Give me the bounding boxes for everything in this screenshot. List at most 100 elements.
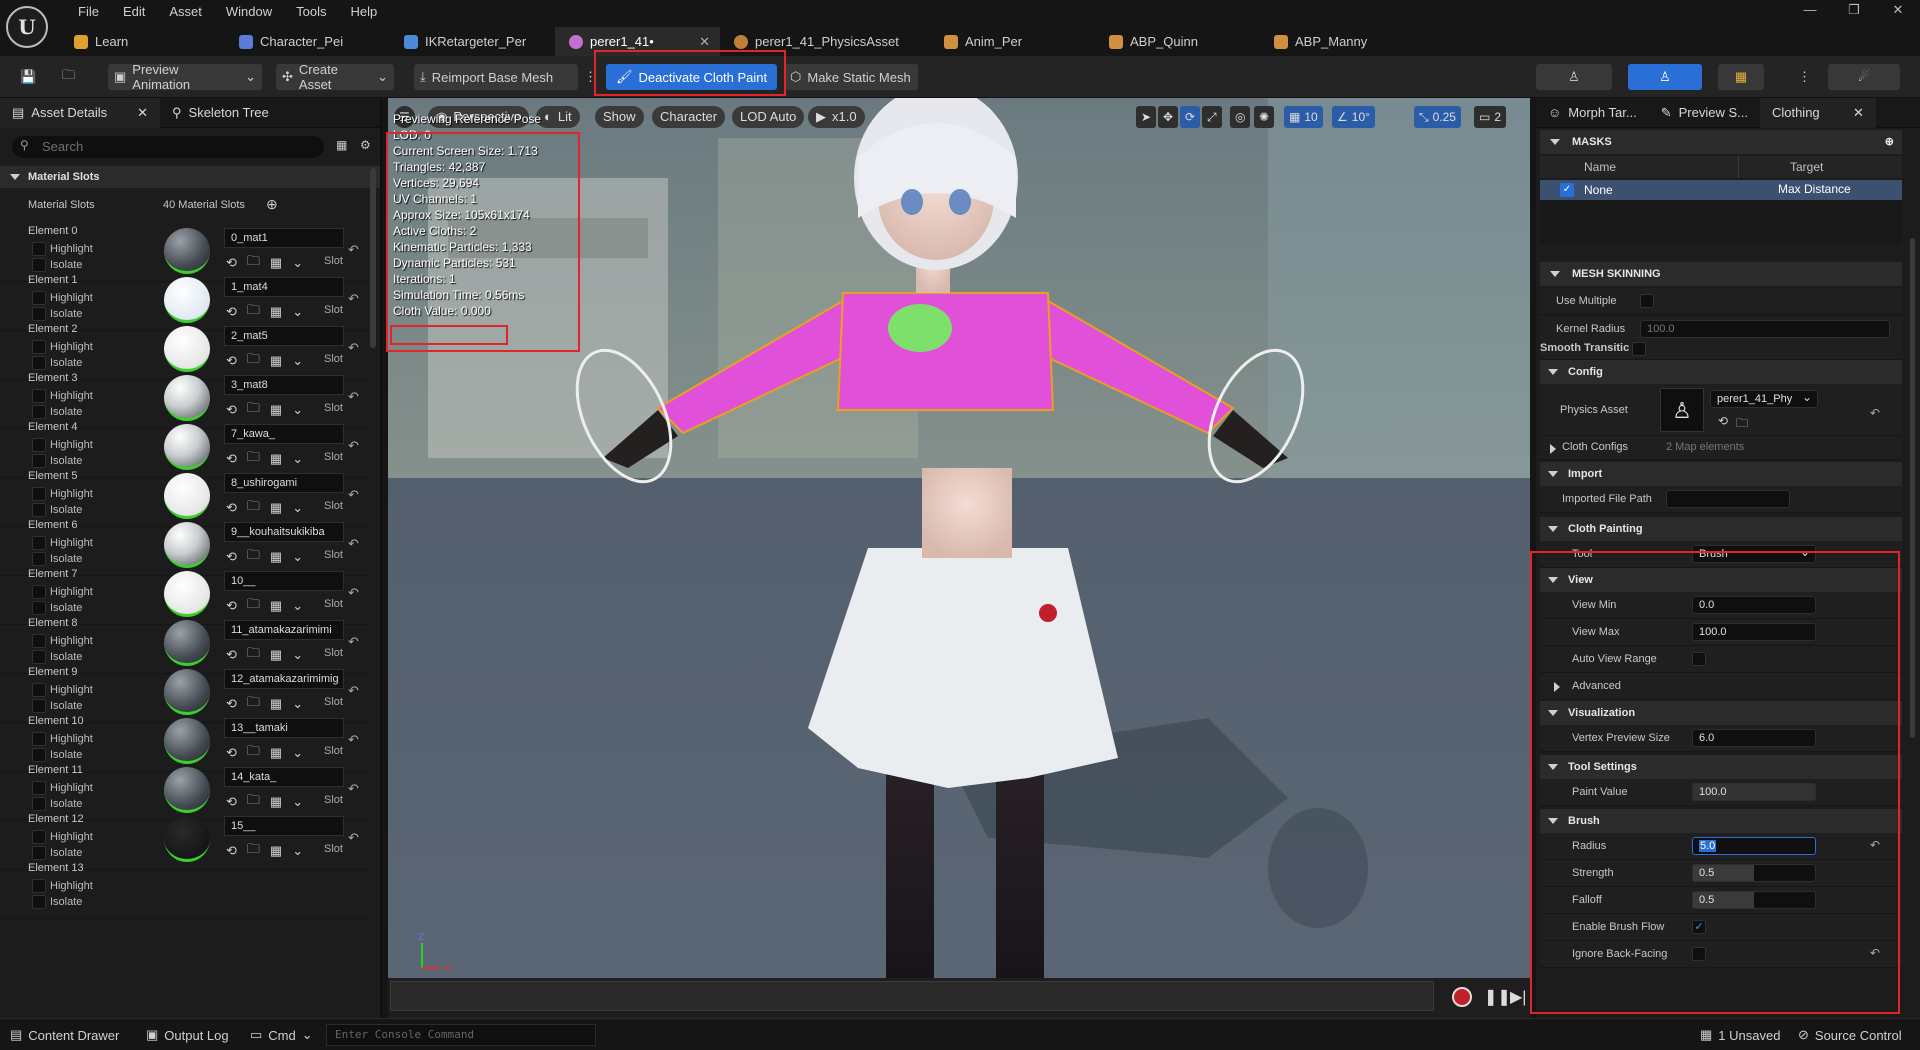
material-options-icon[interactable]: ▦ xyxy=(270,500,282,516)
material-thumbnail[interactable] xyxy=(164,375,210,421)
rotate-tool-icon[interactable]: ⟳ xyxy=(1180,106,1201,128)
material-options-icon[interactable]: ▦ xyxy=(270,843,282,859)
lod-button[interactable]: LOD Auto xyxy=(732,106,805,128)
reset-icon[interactable]: ↶ xyxy=(1870,946,1880,960)
use-selected-icon[interactable]: ⟲ xyxy=(226,500,237,516)
use-selected-icon[interactable]: ⟲ xyxy=(226,304,237,320)
mask-enabled-checkbox[interactable]: ✓ xyxy=(1560,183,1574,197)
tab-abp-manny[interactable]: ABP_Manny xyxy=(1260,27,1425,56)
material-thumbnail[interactable] xyxy=(164,816,210,862)
highlight-checkbox[interactable] xyxy=(32,830,46,844)
source-control-button[interactable]: ⊘ Source Control xyxy=(1798,1027,1902,1043)
highlight-checkbox[interactable] xyxy=(32,781,46,795)
reset-icon[interactable]: ↶ xyxy=(348,732,359,748)
browse-icon[interactable]: 🗀 xyxy=(1736,414,1748,435)
isolate-checkbox[interactable] xyxy=(32,503,46,517)
material-thumbnail[interactable] xyxy=(164,522,210,568)
material-options-icon[interactable]: ▦ xyxy=(270,794,282,810)
record-icon[interactable] xyxy=(1452,987,1472,1007)
highlight-checkbox[interactable] xyxy=(32,291,46,305)
unsaved-button[interactable]: ▦ 1 Unsaved xyxy=(1700,1027,1780,1043)
reset-icon[interactable]: ↶ xyxy=(348,634,359,650)
masks-header[interactable]: MASKS ⊕ xyxy=(1540,130,1902,154)
material-options-icon[interactable]: ▦ xyxy=(270,353,282,369)
reimport-button[interactable]: ⤓ Reimport Base Mesh xyxy=(414,64,578,90)
tab-physics-asset[interactable]: perer1_41_PhysicsAsset xyxy=(720,27,930,56)
use-selected-icon[interactable]: ⟲ xyxy=(226,549,237,565)
advanced-row[interactable]: Advanced xyxy=(1540,673,1902,700)
menu-window[interactable]: Window xyxy=(214,3,284,21)
use-selected-icon[interactable]: ⟲ xyxy=(226,598,237,614)
tab-perer1-41[interactable]: perer1_41• ✕ xyxy=(555,27,720,56)
isolate-checkbox[interactable] xyxy=(32,454,46,468)
isolate-checkbox[interactable] xyxy=(32,258,46,272)
material-options-icon[interactable]: ▦ xyxy=(270,745,282,761)
scrollbar[interactable] xyxy=(370,168,376,348)
viewport[interactable]: Z X ☰ ◉ Perspective ◐ Lit Show Character L… xyxy=(388,98,1530,978)
material-options-icon[interactable]: ▦ xyxy=(270,304,282,320)
tab-preview-scene[interactable]: ✎ Preview S... xyxy=(1649,98,1760,128)
surface-snap-icon[interactable]: ✺ xyxy=(1254,106,1275,128)
tab-anim-per[interactable]: Anim_Per xyxy=(930,27,1095,56)
highlight-checkbox[interactable] xyxy=(32,340,46,354)
menu-file[interactable]: File xyxy=(66,3,111,21)
reset-icon[interactable]: ↶ xyxy=(1870,406,1880,420)
reset-icon[interactable]: ↶ xyxy=(348,340,359,356)
isolate-checkbox[interactable] xyxy=(32,356,46,370)
table-view-icon[interactable]: ▦ xyxy=(336,138,347,152)
material-name-field[interactable]: 14_kata_ xyxy=(224,767,344,787)
reset-icon[interactable]: ↶ xyxy=(348,389,359,405)
reset-icon[interactable]: ↶ xyxy=(348,536,359,552)
radius-input[interactable]: 5.0 xyxy=(1692,837,1816,855)
close-icon[interactable]: ✕ xyxy=(137,105,148,121)
smooth-transition-checkbox[interactable] xyxy=(1632,342,1646,356)
brush-header[interactable]: Brush xyxy=(1540,809,1902,833)
material-name-field[interactable]: 9__kouhaitsukikiba xyxy=(224,522,344,542)
menu-edit[interactable]: Edit xyxy=(111,3,157,21)
tab-ikretargeter[interactable]: IKRetargeter_Per xyxy=(390,27,555,56)
physics-mode-button[interactable]: ☄ xyxy=(1828,64,1900,90)
select-tool-icon[interactable]: ➤ xyxy=(1136,106,1157,128)
highlight-checkbox[interactable] xyxy=(32,536,46,550)
world-space-icon[interactable]: ◎ xyxy=(1230,106,1251,128)
tab-morph-targets[interactable]: ☺ Morph Tar... xyxy=(1536,98,1649,128)
view-max-input[interactable]: 100.0 xyxy=(1692,623,1816,641)
chevron-down-icon[interactable]: ⌄ xyxy=(292,598,303,614)
enable-brush-flow-checkbox[interactable]: ✓ xyxy=(1692,920,1706,934)
use-selected-icon[interactable]: ⟲ xyxy=(226,402,237,418)
isolate-checkbox[interactable] xyxy=(32,307,46,321)
mesh-mode-button[interactable]: ♙ xyxy=(1628,64,1702,90)
chevron-down-icon[interactable]: ⌄ xyxy=(292,549,303,565)
console-input[interactable]: Enter Console Command xyxy=(326,1024,596,1046)
tab-asset-details[interactable]: ▤ Asset Details ✕ xyxy=(0,97,160,128)
step-forward-icon[interactable]: ▶| xyxy=(1510,987,1526,1007)
reset-icon[interactable]: ↶ xyxy=(348,438,359,454)
timeline-track[interactable] xyxy=(390,981,1434,1011)
isolate-checkbox[interactable] xyxy=(32,846,46,860)
use-selected-icon[interactable]: ⟲ xyxy=(226,255,237,271)
material-thumbnail[interactable] xyxy=(164,326,210,372)
chevron-down-icon[interactable]: ⌄ xyxy=(292,696,303,712)
tool-dropdown[interactable]: Brush xyxy=(1692,545,1816,563)
material-thumbnail[interactable] xyxy=(164,767,210,813)
tool-settings-header[interactable]: Tool Settings xyxy=(1540,755,1902,779)
reset-icon[interactable]: ↶ xyxy=(348,291,359,307)
use-multiple-checkbox[interactable] xyxy=(1640,294,1654,308)
isolate-checkbox[interactable] xyxy=(32,748,46,762)
highlight-checkbox[interactable] xyxy=(32,634,46,648)
cloth-painting-header[interactable]: Cloth Painting xyxy=(1540,517,1902,541)
more-options-icon[interactable]: ⋮ xyxy=(1792,64,1817,90)
tab-learn[interactable]: Learn xyxy=(60,27,225,56)
use-selected-icon[interactable]: ⟲ xyxy=(226,647,237,663)
vertex-preview-size-input[interactable]: 6.0 xyxy=(1692,729,1816,747)
mesh-skinning-header[interactable]: MESH SKINNING xyxy=(1540,262,1902,286)
chevron-down-icon[interactable]: ⌄ xyxy=(292,353,303,369)
scale-snap-button[interactable]: ⤡ 0.25 xyxy=(1414,106,1461,128)
highlight-checkbox[interactable] xyxy=(32,683,46,697)
import-header[interactable]: Import xyxy=(1540,462,1902,486)
material-options-icon[interactable]: ▦ xyxy=(270,402,282,418)
config-header[interactable]: Config xyxy=(1540,360,1902,384)
isolate-checkbox[interactable] xyxy=(32,405,46,419)
material-options-icon[interactable]: ▦ xyxy=(270,647,282,663)
use-selected-icon[interactable]: ⟲ xyxy=(226,843,237,859)
